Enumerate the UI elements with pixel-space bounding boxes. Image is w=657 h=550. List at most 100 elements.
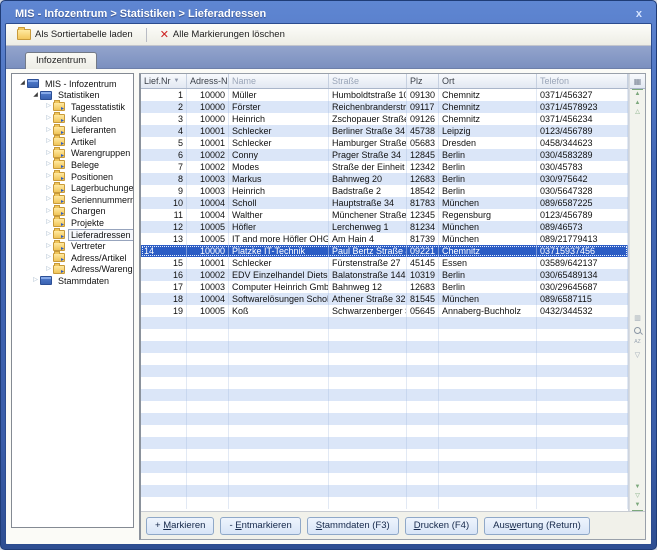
cell-plz — [407, 341, 439, 353]
table-row[interactable]: 1710003Computer Heinrich GmbHBahnweg 121… — [141, 281, 628, 293]
table-row[interactable]: 1210005HöflerLerchenweg 181234München089… — [141, 221, 628, 233]
expand-arrow-icon[interactable]: ▷ — [44, 242, 53, 251]
table-row[interactable]: 1410000Platzke IT-TechnikPaul Bertz Stra… — [141, 245, 628, 257]
table-row[interactable]: 1610002EDV Einzelhandel Dietsch GmbBalat… — [141, 269, 628, 281]
column-header-stra-e[interactable]: Straße — [329, 74, 407, 88]
search-icon[interactable] — [634, 327, 641, 334]
expand-arrow-icon[interactable]: ▷ — [44, 172, 53, 181]
sort-az-icon[interactable]: AZ — [632, 338, 643, 347]
table-row[interactable]: 110000MüllerHumboldtstraße 1009130Chemni… — [141, 89, 628, 101]
footer-button-drucken-f4[interactable]: Drucken (F4) — [405, 517, 478, 535]
tree-item-tagesstatistik[interactable]: ▷Tagesstatistik — [12, 101, 133, 113]
expand-arrow-icon[interactable]: ▷ — [44, 265, 53, 274]
cell-adress-nr- — [187, 461, 229, 473]
expand-arrow-icon[interactable]: ▷ — [44, 253, 53, 262]
tree-item-chargen[interactable]: ▷Chargen — [12, 206, 133, 218]
tree-item-adress-artikel[interactable]: ▷ Adress/Artikel — [12, 252, 133, 264]
column-header-telefon[interactable]: Telefon — [537, 74, 628, 88]
collapse-arrow-icon[interactable]: ◢ — [31, 91, 40, 100]
tree-item-kunden[interactable]: ▷Kunden — [12, 113, 133, 125]
expand-arrow-icon[interactable]: ▷ — [44, 230, 53, 239]
scroll-up-alt-icon[interactable]: △ — [632, 108, 643, 117]
expand-arrow-icon[interactable]: ▷ — [44, 149, 53, 158]
column-chooser-icon[interactable]: ▦ — [630, 74, 645, 89]
scroll-down-icon[interactable]: ▼ — [632, 483, 643, 492]
scroll-up-icon[interactable]: ▲ — [632, 99, 643, 108]
cell-lief-nr: 3 — [141, 113, 187, 125]
expand-arrow-icon[interactable]: ▷ — [44, 126, 53, 135]
expand-arrow-icon[interactable]: ▷ — [44, 160, 53, 169]
expand-arrow-icon[interactable]: ▷ — [44, 207, 53, 216]
tree-item-label: Adress/Artikel — [68, 252, 130, 264]
tree-item-belege[interactable]: ▷Belege — [12, 159, 133, 171]
tree-item-statistiken[interactable]: ◢Statistiken — [12, 90, 133, 102]
expand-arrow-icon[interactable]: ▷ — [44, 114, 53, 123]
expand-arrow-icon[interactable]: ▷ — [44, 137, 53, 146]
column-header-name[interactable]: Name — [229, 74, 329, 88]
column-header-lief-nr[interactable]: Lief.Nr▼ — [141, 74, 187, 88]
table-row[interactable]: 210000FörsterReichenbranderstraße 309117… — [141, 101, 628, 113]
cell-name: Heinrich — [229, 185, 329, 197]
table-row[interactable]: 1510001SchleckerFürstenstraße 2745145Ess… — [141, 257, 628, 269]
footer-button-auswertung-return[interactable]: Auswertung (Return) — [484, 517, 590, 535]
table-row[interactable]: 510001SchleckerHamburger Straße05683Dres… — [141, 137, 628, 149]
expand-arrow-icon[interactable]: ▷ — [44, 218, 53, 227]
expand-arrow-icon[interactable]: ▷ — [44, 195, 53, 204]
tree-item-lieferanten[interactable]: ▷ Lieferanten — [12, 124, 133, 136]
scroll-to-top-icon[interactable]: ▲ — [632, 89, 643, 99]
expand-arrow-icon[interactable]: ▷ — [44, 184, 53, 193]
tree-item-adress-warengruppen[interactable]: ▷Adress/Warengruppen — [12, 264, 133, 276]
cell-ort — [439, 377, 537, 389]
table-row[interactable]: 710002ModesStraße der Einheit 3412342Ber… — [141, 161, 628, 173]
navigation-tree: ◢MIS - Infozentrum◢Statistiken▷Tagesstat… — [11, 73, 134, 528]
table-row[interactable]: 1010004SchollHauptstraße 3481783München0… — [141, 197, 628, 209]
tree-item-projekte[interactable]: ▷Projekte — [12, 217, 133, 229]
folder-icon — [53, 102, 65, 111]
scroll-down-alt-icon[interactable]: ▽ — [632, 492, 643, 501]
table-row[interactable]: 1110004WaltherMünchener Straße 2312345Re… — [141, 209, 628, 221]
table-row[interactable]: 410001SchleckerBerliner Straße 3445738Le… — [141, 125, 628, 137]
column-header-adress-nr-[interactable]: Adress-Nr. — [187, 74, 229, 88]
clear-marks-button[interactable]: ✕ Alle Markierungen löschen — [155, 28, 290, 41]
table-row[interactable]: 310000HeinrichZschopauer Straße 28009126… — [141, 113, 628, 125]
close-icon[interactable]: x — [633, 7, 645, 21]
cell-name: Schlecker — [229, 137, 329, 149]
table-row[interactable]: 1910005KoßSchwarzenberger Straße05645Ann… — [141, 305, 628, 317]
tree-item-seriennummern[interactable]: ▷Seriennummern — [12, 194, 133, 206]
footer-button-stammdaten-f3[interactable]: Stammdaten (F3) — [307, 517, 399, 535]
tree-item-artikel[interactable]: ▷Artikel — [12, 136, 133, 148]
column-header-plz[interactable]: Plz — [407, 74, 439, 88]
table-row[interactable]: 610002ConnyPrager Straße 3412845Berlin03… — [141, 149, 628, 161]
tree-item-mis-infozentrum[interactable]: ◢MIS - Infozentrum — [12, 78, 133, 90]
column-header-label: Straße — [332, 75, 359, 88]
cell-lief-nr: 17 — [141, 281, 187, 293]
tab-infozentrum[interactable]: Infozentrum — [25, 52, 97, 69]
footer-button-entmarkieren[interactable]: - Entmarkieren — [220, 517, 300, 535]
tree-item-positionen[interactable]: ▷Positionen — [12, 171, 133, 183]
footer-button-markieren[interactable]: + Markieren — [146, 517, 214, 535]
cell-telefon: 030/975642 — [537, 173, 628, 185]
cell-plz: 10319 — [407, 269, 439, 281]
expand-arrow-icon[interactable]: ▷ — [44, 102, 53, 111]
window-icon — [40, 276, 52, 285]
tree-item-lieferadressen[interactable]: ▷Lieferadressen — [12, 229, 133, 241]
table-row[interactable]: 1810004Softwarelösungen Scholl GmbAthene… — [141, 293, 628, 305]
filter-icon[interactable]: ▽ — [632, 351, 643, 360]
columns-icon[interactable]: ▥ — [632, 314, 643, 323]
tree-item-vertreter[interactable]: ▷Vertreter — [12, 240, 133, 252]
tree-item-lagerbuchungen[interactable]: ▷Lagerbuchungen — [12, 182, 133, 194]
tree-item-warengruppen[interactable]: ▷Warengruppen — [12, 148, 133, 160]
tree-item-label: Stammdaten — [55, 275, 112, 287]
cell-telefon: 03715937456 — [537, 245, 628, 257]
expand-arrow-icon[interactable]: ▷ — [31, 276, 40, 285]
cell-name — [229, 377, 329, 389]
collapse-arrow-icon[interactable]: ◢ — [18, 79, 27, 88]
table-row[interactable]: 810003MarkusBahnweg 2012683Berlin030/975… — [141, 173, 628, 185]
column-header-ort[interactable]: Ort — [439, 74, 537, 88]
table-row[interactable]: 910003HeinrichBadstraße 218542Berlin030/… — [141, 185, 628, 197]
tree-item-stammdaten[interactable]: ▷ Stammdaten — [12, 275, 133, 287]
tree-item-label: Lieferanten — [68, 124, 119, 136]
table-row[interactable]: 1310005IT and more Höfler OHGAm Hain 481… — [141, 233, 628, 245]
load-sort-table-button[interactable]: Als Sortiertabelle laden — [12, 28, 138, 41]
scroll-to-bottom-icon[interactable]: ▼ — [632, 501, 643, 511]
